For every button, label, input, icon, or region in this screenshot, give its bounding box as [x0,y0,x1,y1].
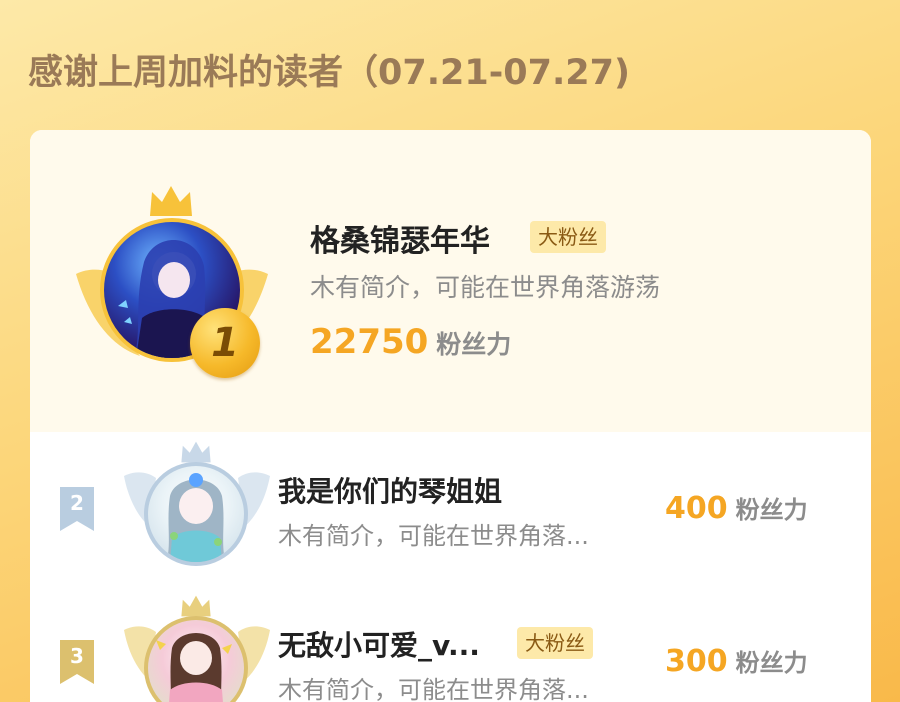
fan-power-unit: 粉丝力 [735,649,808,677]
avatar[interactable] [144,462,248,566]
reader-intro: 木有简介，可能在世界角落... [278,522,589,550]
reader-name[interactable]: 无敌小可爱_v... [278,624,480,664]
rank-number: 2 [70,491,84,515]
reader-intro: 木有简介，可能在世界角落游荡 [310,273,661,302]
reader-intro: 木有简介，可能在世界角落... [278,676,589,702]
rank-ribbon-icon: 2 [60,487,94,531]
fan-power-value: 300 [665,644,728,679]
reader-name[interactable]: 格桑锦瑟年华 [310,216,490,260]
fan-power-value: 22750 [310,322,429,362]
fan-power-unit: 粉丝力 [436,330,512,359]
top-reader-section[interactable]: 1 格桑锦瑟年华 大粉丝 木有简介，可能在世界角落游荡 22750 粉丝力 [30,130,871,432]
fan-power-unit: 粉丝力 [735,496,808,524]
rank-number: 3 [70,644,84,668]
fan-level-badge: 大粉丝 [517,627,593,659]
fan-level-badge: 大粉丝 [530,221,606,253]
reader-name[interactable]: 我是你们的琴姐姐 [278,470,502,510]
fan-power-value: 400 [665,491,728,526]
fan-power: 300 粉丝力 [665,643,808,679]
fan-power: 22750 粉丝力 [310,322,511,362]
gold-crown-icon [148,184,194,222]
page-title: 感谢上周加料的读者（07.21-07.27) [28,53,630,93]
fan-power: 400 粉丝力 [665,490,808,526]
reader-ranking-card: 1 格桑锦瑟年华 大粉丝 木有简介，可能在世界角落游荡 22750粉丝力 2 [30,130,871,702]
rank-ribbon-icon: 3 [60,640,94,684]
gold-medal-icon: 1 [190,308,260,378]
